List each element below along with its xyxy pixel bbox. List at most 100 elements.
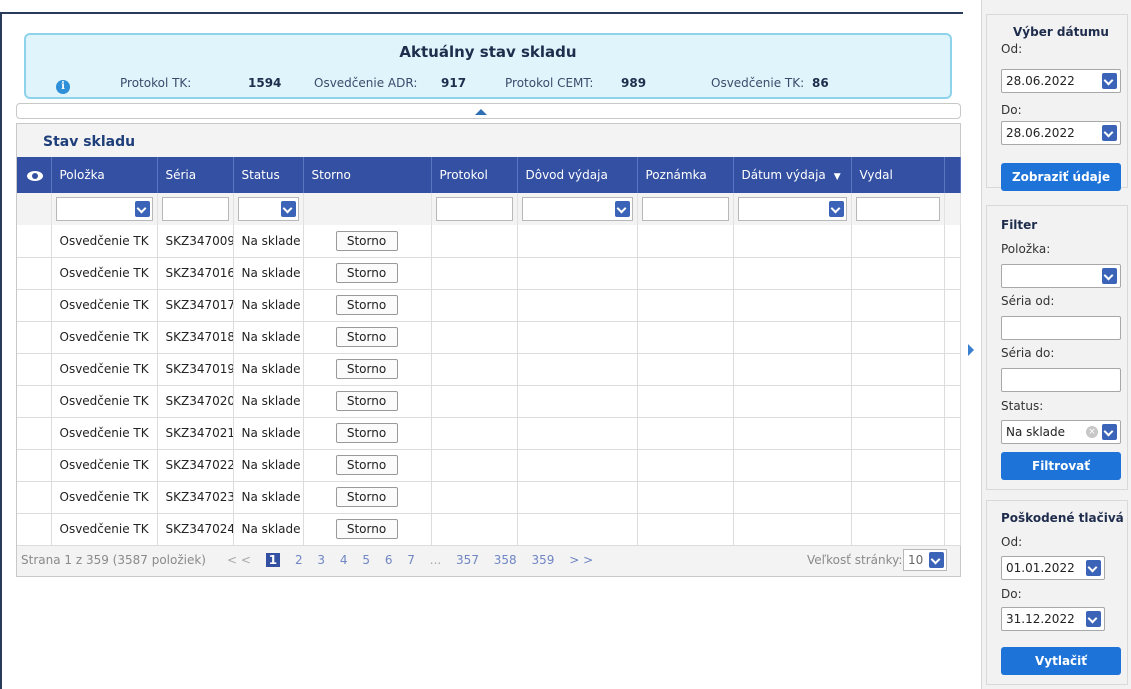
header-status[interactable]: Status: [233, 157, 304, 193]
cell-spacer: [944, 385, 961, 418]
table-row[interactable]: Osvedčenie TK SKZ347020 Na sklade Storno: [17, 385, 961, 418]
stat-label-protokol-tk: Protokol TK:: [120, 76, 192, 90]
table-row[interactable]: Osvedčenie TK SKZ347021 Na sklade Storno: [17, 417, 961, 450]
cell-polozka: Osvedčenie TK: [51, 321, 158, 354]
filter-protokol-input[interactable]: [435, 197, 513, 221]
cell-storno: Storno: [303, 417, 432, 450]
pager-page[interactable]: 5: [362, 553, 370, 567]
cell-dovod-vydaja: [517, 257, 638, 290]
cell-protokol: [431, 513, 518, 546]
cell-datum-vydaja: [733, 289, 852, 322]
cell-poznamka: [637, 449, 734, 482]
table-row[interactable]: Osvedčenie TK SKZ347016 Na sklade Storno: [17, 257, 961, 290]
show-data-button[interactable]: Zobraziť údaje: [1001, 163, 1121, 191]
cell-polozka: Osvedčenie TK: [51, 513, 158, 546]
collapse-panel-toggle[interactable]: [16, 103, 961, 119]
pager-page-current[interactable]: 1: [265, 553, 281, 567]
header-datum-vydaja[interactable]: Dátum výdaja ▼: [733, 157, 852, 193]
cell-storno: Storno: [303, 449, 432, 482]
pager-page[interactable]: 3: [317, 553, 325, 567]
series-to-input[interactable]: [1001, 368, 1121, 392]
cell-datum-vydaja: [733, 513, 852, 546]
damaged-from-picker[interactable]: 01.01.2022: [1001, 556, 1105, 580]
pager-page[interactable]: 4: [340, 553, 348, 567]
cell-poznamka: [637, 257, 734, 290]
pager-page[interactable]: 2: [295, 553, 303, 567]
storno-button[interactable]: Storno: [335, 230, 398, 251]
cell-storno: Storno: [303, 353, 432, 386]
pager-page[interactable]: 358: [494, 553, 517, 567]
storno-button[interactable]: Storno: [335, 423, 398, 443]
damaged-to-label: Do:: [1001, 587, 1022, 601]
cell-poznamka: [637, 289, 734, 322]
sidebar: Výber dátumu Od: 28.06.2022 Do: 28.06.20…: [981, 0, 1131, 689]
cell-dovod-vydaja: [517, 513, 638, 546]
pager-page[interactable]: 7: [407, 553, 415, 567]
damaged-section-title: Poškodené tlačivá: [1001, 511, 1124, 525]
table-row[interactable]: Osvedčenie TK SKZ347022 Na sklade Storno: [17, 449, 961, 482]
header-seria[interactable]: Séria: [157, 157, 234, 193]
storno-button[interactable]: Storno: [335, 391, 398, 411]
page-size-select[interactable]: 10: [903, 549, 947, 571]
storno-button[interactable]: Storno: [335, 359, 398, 379]
pager-page[interactable]: 359: [532, 553, 555, 567]
table-row[interactable]: Osvedčenie TK SKZ347018 Na sklade Storno: [17, 321, 961, 354]
header-dovod-vydaja[interactable]: Dôvod výdaja: [517, 157, 638, 193]
header-vydal[interactable]: Vydal: [851, 157, 945, 193]
clear-icon[interactable]: ×: [1086, 426, 1098, 438]
storno-button[interactable]: Storno: [335, 487, 398, 507]
header-protokol[interactable]: Protokol: [431, 157, 518, 193]
filter-datum-select[interactable]: [737, 197, 847, 221]
cell-spacer: [944, 481, 961, 514]
filter-item-select[interactable]: [1001, 264, 1121, 288]
table-row[interactable]: Osvedčenie TK SKZ347019 Na sklade Storno: [17, 353, 961, 386]
pager-ellipsis[interactable]: ...: [430, 553, 441, 567]
print-button[interactable]: Vytlačiť: [1001, 647, 1121, 675]
filter-dovod-select[interactable]: [521, 197, 633, 221]
header-polozka[interactable]: Položka: [51, 157, 158, 193]
cell-vydal: [851, 321, 945, 354]
header-storno[interactable]: Storno: [303, 157, 432, 193]
storno-button[interactable]: Storno: [335, 263, 398, 283]
pager-page[interactable]: 357: [456, 553, 479, 567]
date-from-picker[interactable]: 28.06.2022: [1001, 69, 1121, 93]
pager-page[interactable]: 6: [385, 553, 393, 567]
storno-button[interactable]: Storno: [335, 327, 398, 347]
page-size-label: Veľkosť stránky:: [807, 553, 903, 567]
cell-seria: SKZ347020: [157, 385, 234, 418]
table-row[interactable]: Osvedčenie TK SKZ347024 Na sklade Storno: [17, 513, 961, 546]
cell-vydal: [851, 225, 945, 258]
filter-button[interactable]: Filtrovať: [1001, 452, 1121, 480]
header-poznamka[interactable]: Poznámka: [637, 157, 734, 193]
table-row[interactable]: Osvedčenie TK SKZ347017 Na sklade Storno: [17, 289, 961, 322]
table-row[interactable]: Osvedčenie TK SKZ347009 Na sklade Storno: [17, 225, 961, 258]
cell-protokol: [431, 225, 518, 258]
status-select[interactable]: Na sklade ×: [1001, 420, 1121, 444]
cell-seria: SKZ347024: [157, 513, 234, 546]
filter-seria-input[interactable]: [161, 197, 229, 221]
pager-next[interactable]: > >: [569, 553, 593, 567]
chevron-down-icon: [929, 552, 944, 568]
table-row[interactable]: Osvedčenie TK SKZ347023 Na sklade Storno: [17, 481, 961, 514]
date-to-picker[interactable]: 28.06.2022: [1001, 121, 1121, 145]
column-chooser[interactable]: [17, 157, 52, 193]
stat-value-osvedcenie-adr: 917: [441, 76, 467, 90]
pager-prev[interactable]: < <: [227, 553, 251, 567]
cell-polozka: Osvedčenie TK: [51, 289, 158, 322]
damaged-to-picker[interactable]: 31.12.2022: [1001, 607, 1105, 631]
chevron-down-icon: [614, 201, 630, 217]
series-to-label: Séria do:: [1001, 346, 1055, 360]
storno-button[interactable]: Storno: [335, 295, 398, 315]
filter-poznamka-input[interactable]: [641, 197, 729, 221]
filter-polozka-select[interactable]: [55, 197, 153, 221]
storno-button[interactable]: Storno: [335, 455, 398, 475]
series-from-input[interactable]: [1001, 316, 1121, 340]
filter-status-select[interactable]: [237, 197, 299, 221]
chevron-up-icon: [475, 109, 487, 115]
expand-right-icon[interactable]: [968, 344, 974, 356]
cell-select: [17, 481, 52, 514]
chevron-down-icon: [1086, 560, 1101, 576]
cell-status: Na sklade: [233, 225, 304, 258]
storno-button[interactable]: Storno: [335, 519, 398, 539]
filter-vydal-input[interactable]: [855, 197, 940, 221]
